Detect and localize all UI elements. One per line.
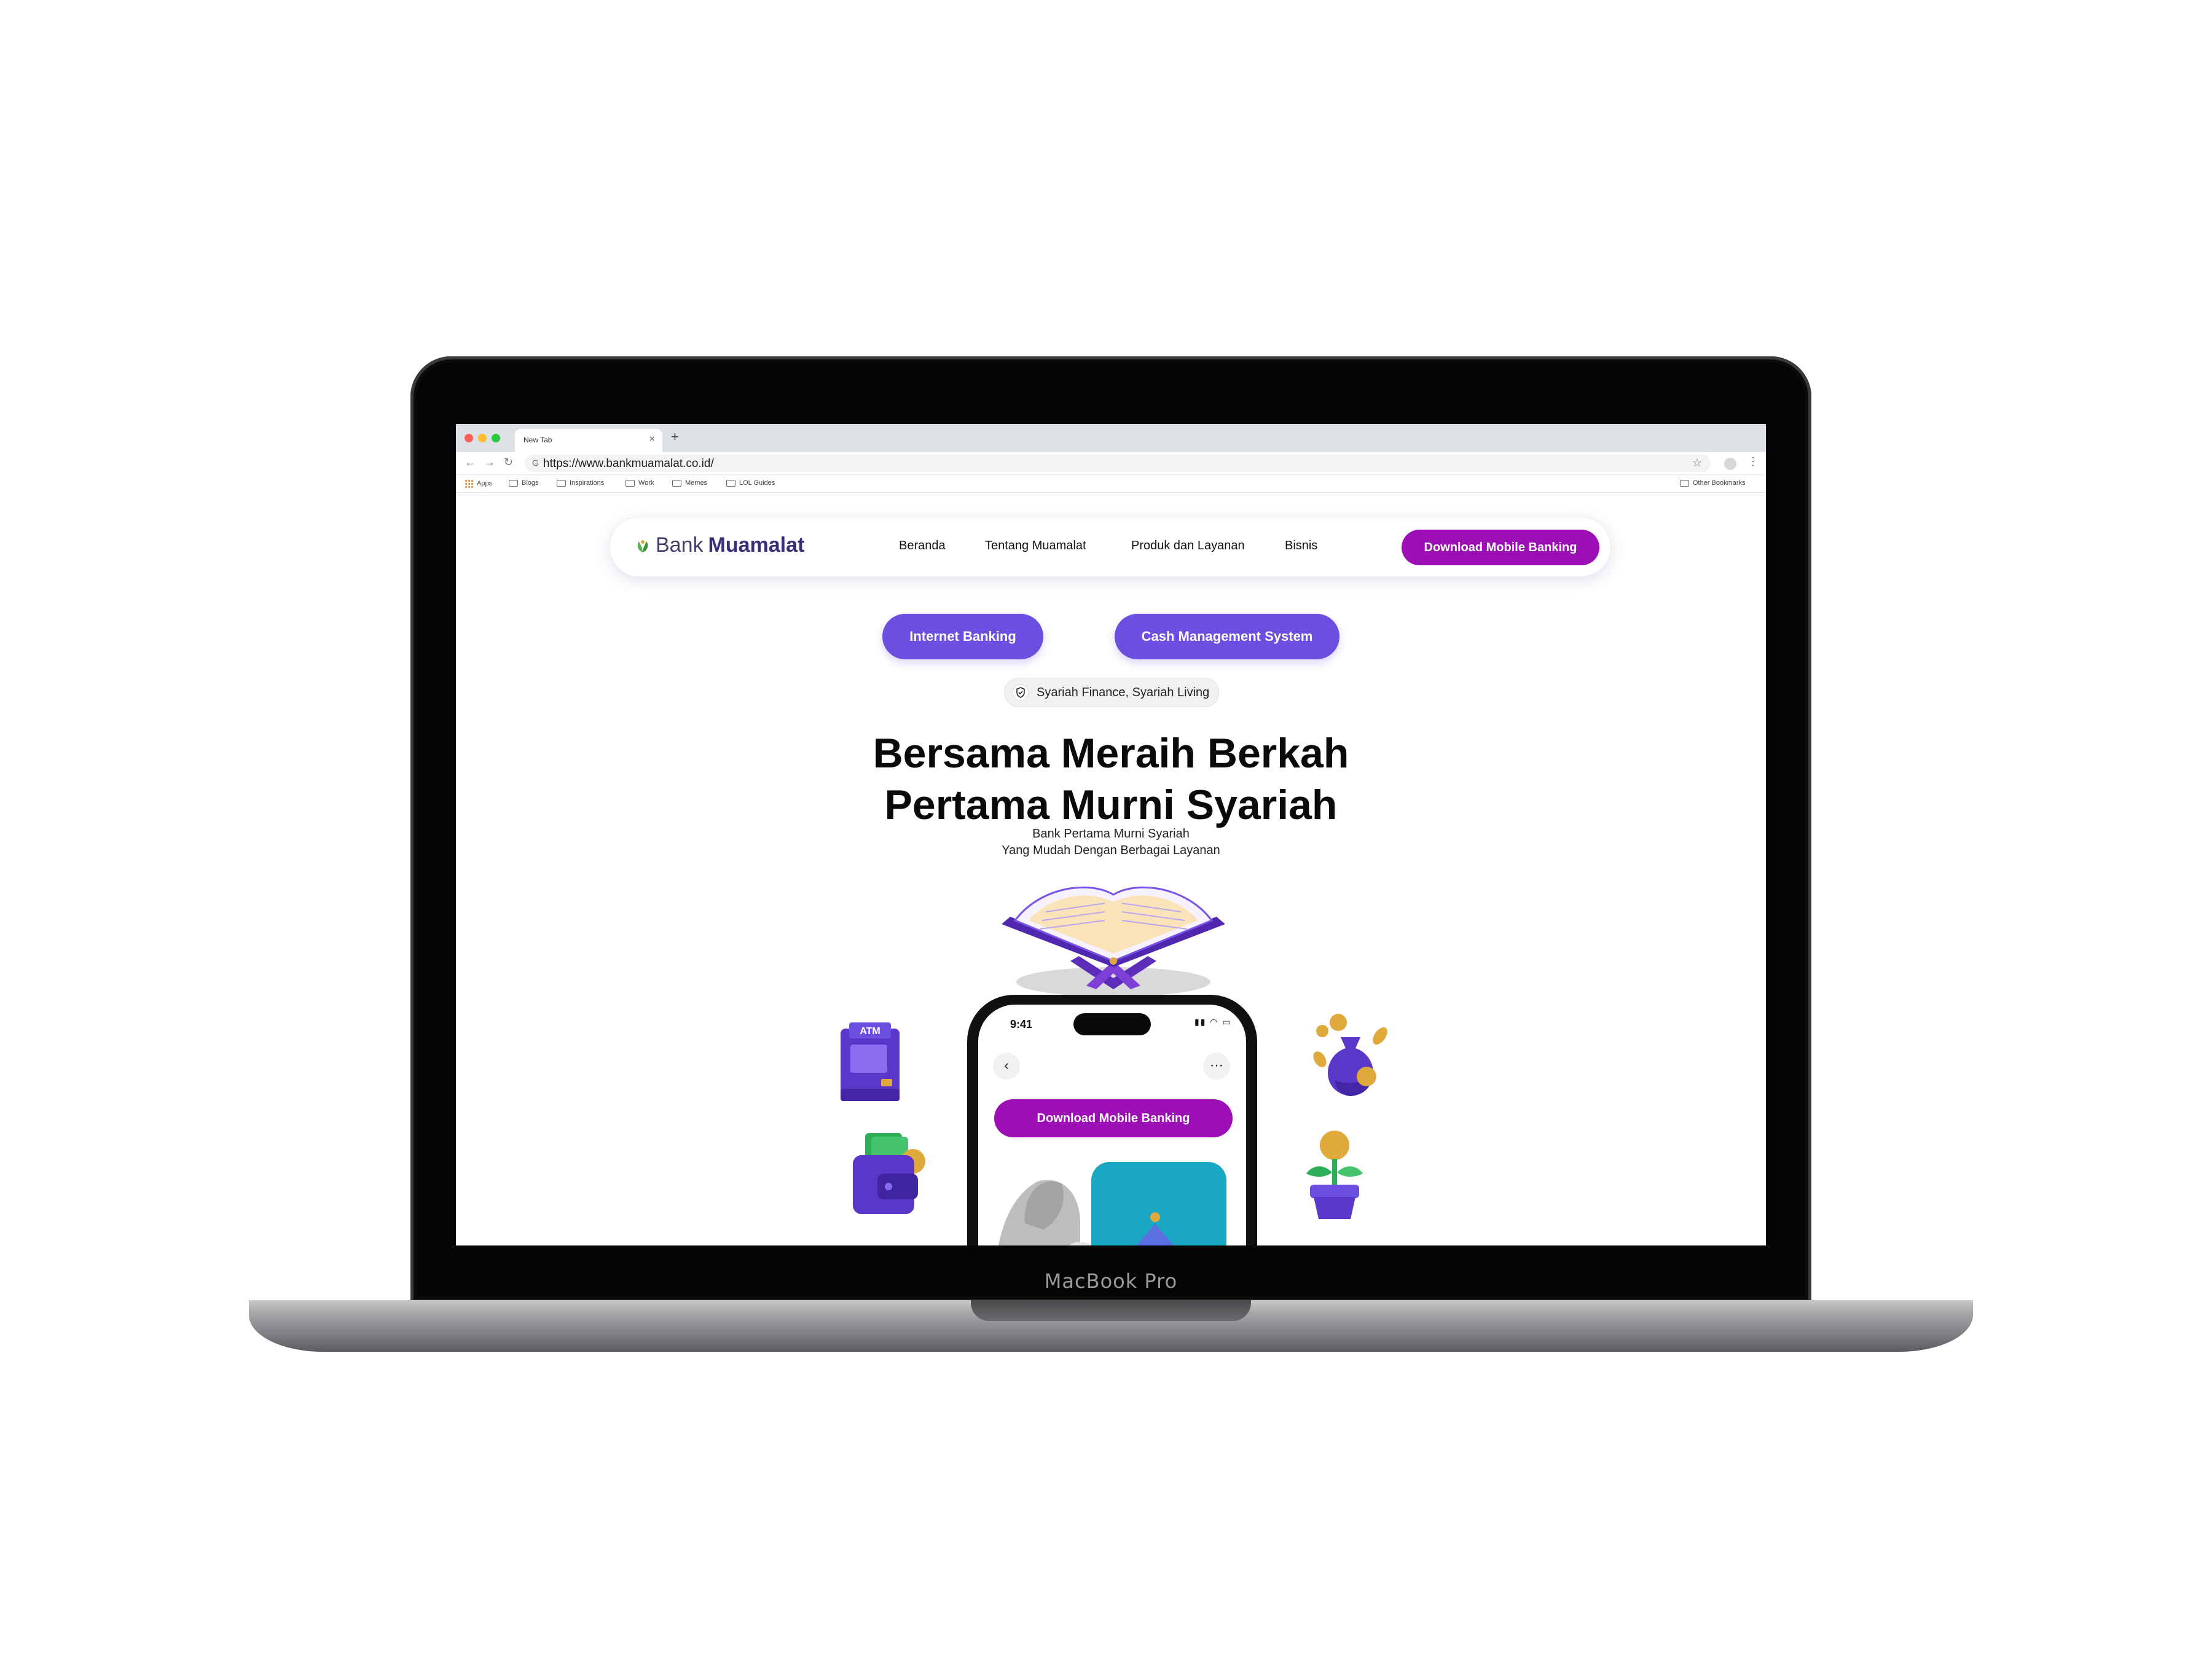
nav-beranda[interactable]: Beranda [899,539,946,553]
hero-subtitle-line: Yang Mudah Dengan Berbagai Layanan [1002,844,1220,857]
laptop-screen: New Tab × + ← → ↻ G https://www.bankmuam… [456,424,1766,1245]
address-bar[interactable]: G https://www.bankmuamalat.co.id/ ☆ [525,455,1711,472]
back-arrow-icon[interactable]: ← [465,456,476,469]
dynamic-island [1073,1013,1151,1035]
maximize-window-icon[interactable] [492,434,500,442]
bookmark-work[interactable]: Work [626,479,654,487]
browser-tab-strip: New Tab × + [456,424,1766,452]
coin-plant-illustration [1306,1131,1363,1219]
bookmark-lol-guides[interactable]: LOL Guides [726,479,775,487]
new-tab-icon[interactable]: + [671,429,679,445]
nav-produk-dan-layanan[interactable]: Produk dan Layanan [1131,539,1245,553]
money-bag-illustration [1313,1014,1387,1096]
hero-subtitle: Bank Pertama Murni Syariah Yang Mudah De… [865,826,1357,859]
bookmark-other[interactable]: Other Bookmarks [1680,479,1746,487]
bookmark-label: Work [638,479,654,487]
bookmark-star-icon[interactable]: ☆ [1692,457,1702,469]
back-chevron-icon[interactable]: ‹ [993,1053,1020,1080]
bookmark-label: Inspirations [570,479,605,487]
forward-arrow-icon[interactable]: → [484,456,495,469]
logo-bank-text: Bank [656,533,704,557]
hero-title: Bersama Meraih Berkah Pertama Murni Syar… [804,728,1418,831]
folder-icon [557,479,566,487]
quran-stand-illustration [1002,886,1225,997]
shield-check-icon [1012,684,1029,701]
leaf-logo-icon [637,539,648,552]
folder-icon [726,479,735,487]
close-window-icon[interactable] [465,434,473,442]
google-icon: G [532,458,539,468]
bookmark-label: LOL Guides [739,479,775,487]
bookmark-apps[interactable]: Apps [465,479,492,488]
browser-menu-icon[interactable]: ⋮ [1747,455,1759,468]
cash-management-system-button[interactable]: Cash Management System [1115,614,1339,659]
bookmark-label: Apps [477,480,493,487]
url-text[interactable]: https://www.bankmuamalat.co.id/ [543,457,714,471]
nav-bisnis[interactable]: Bisnis [1285,539,1317,553]
bookmark-label: Memes [685,479,708,487]
tagline-badge: Syariah Finance, Syariah Living [1004,678,1219,707]
bookmark-label: Blogs [522,479,539,487]
folder-icon [1680,479,1689,487]
wallet-illustration [853,1133,925,1214]
hero-title-line: Bersama Meraih Berkah [873,730,1349,777]
bookmark-blogs[interactable]: Blogs [509,479,539,487]
nav-tentang-muamalat[interactable]: Tentang Muamalat [985,539,1086,553]
profile-avatar[interactable] [1724,458,1736,470]
praying-woman-mosque-illustration [998,1162,1226,1245]
phone-download-mobile-banking-button[interactable]: Download Mobile Banking [994,1099,1233,1137]
web-page: Bank Muamalat Beranda Tentang Muamalat P… [456,493,1766,1245]
logo-name-text: Muamalat [708,533,805,557]
folder-icon [626,479,635,487]
browser-toolbar: ← → ↻ G https://www.bankmuamalat.co.id/ … [456,452,1766,475]
browser-tab[interactable]: New Tab × [515,429,662,452]
internet-banking-button[interactable]: Internet Banking [882,614,1043,659]
bookmark-label: Other Bookmarks [1693,479,1746,487]
minimize-window-icon[interactable] [478,434,487,442]
status-time: 9:41 [1010,1018,1033,1030]
signal-battery-icon: ▮▮ ◠ ▭ [1194,1017,1232,1027]
download-mobile-banking-button[interactable]: Download Mobile Banking [1402,530,1599,565]
site-logo[interactable]: Bank Muamalat [635,533,804,557]
bookmark-memes[interactable]: Memes [672,479,707,487]
bookmarks-bar: Apps Blogs Inspirations Work Memes LOL G… [456,475,1766,493]
atm-machine-illustration: ATM [841,1022,900,1101]
tagline-text: Syariah Finance, Syariah Living [1037,686,1210,699]
laptop-notch [971,1300,1251,1321]
hero-title-line: Pertama Murni Syariah [884,782,1338,828]
site-navbar: Bank Muamalat Beranda Tentang Muamalat P… [610,517,1611,577]
phone-screen: 9:41 ▮▮ ◠ ▭ ‹ ⋯ Download Mobile Banking [978,1005,1246,1245]
more-options-icon[interactable]: ⋯ [1203,1053,1230,1080]
hero-subtitle-line: Bank Pertama Murni Syariah [1032,827,1190,841]
tab-close-icon[interactable]: × [649,434,655,445]
bookmark-inspirations[interactable]: Inspirations [557,479,604,487]
reload-icon[interactable]: ↻ [504,456,513,469]
phone-mockup: 9:41 ▮▮ ◠ ▭ ‹ ⋯ Download Mobile Banking [967,995,1257,1245]
tab-title: New Tab [524,436,552,444]
apps-grid-icon [465,479,473,488]
laptop-model-label: MacBook Pro [1044,1269,1178,1293]
atm-label: ATM [860,1026,880,1037]
folder-icon [509,479,518,487]
folder-icon [672,479,681,487]
